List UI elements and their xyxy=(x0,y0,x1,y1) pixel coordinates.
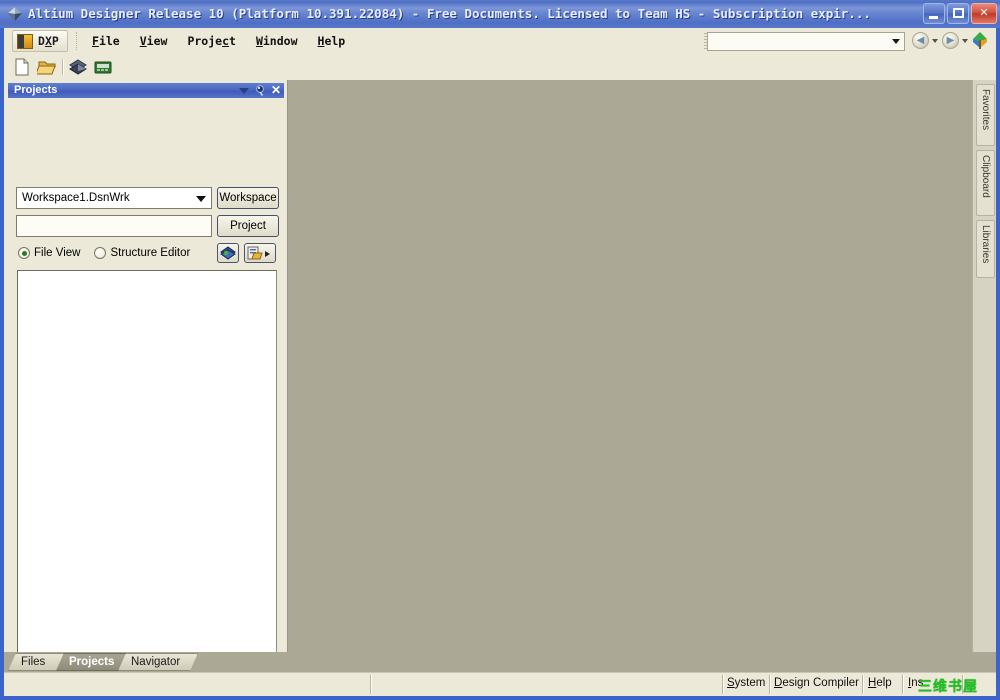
status-item-design-compiler[interactable]: Design Compiler xyxy=(774,677,859,689)
new-page-icon[interactable] xyxy=(12,57,32,77)
nav-back-dropdown[interactable] xyxy=(932,39,938,43)
sidebar-tab-clipboard-label: Clipboard xyxy=(980,155,991,198)
sidebar-tab-libraries-label: Libraries xyxy=(980,225,991,264)
close-icon: ✕ xyxy=(979,7,989,19)
arrow-right-icon: ▶ xyxy=(946,35,955,46)
panel-tab-strip: Files Projects Navigator xyxy=(4,652,996,672)
projects-panel-title-icons: ✕ xyxy=(238,83,281,98)
project-button[interactable]: Project xyxy=(217,215,279,237)
arrow-left-icon: ◀ xyxy=(916,35,925,46)
menu-item-help[interactable]: Help xyxy=(308,31,356,51)
status-divider xyxy=(722,675,724,694)
window-controls: ✕ xyxy=(923,3,997,25)
toolbar-divider xyxy=(62,59,64,75)
status-divider xyxy=(862,675,864,694)
dxp-menu-label: DXP xyxy=(38,34,59,48)
status-divider xyxy=(769,675,771,694)
projects-panel-titlebar: Projects ✕ xyxy=(8,83,284,98)
view-mode-radio-group: File View Structure Editor xyxy=(18,245,204,261)
nav-forward-dropdown[interactable] xyxy=(962,39,968,43)
altium-diamond-icon xyxy=(8,7,22,21)
menu-item-project[interactable]: Project xyxy=(177,31,246,51)
status-item-system[interactable]: System xyxy=(727,677,765,689)
tab-files[interactable]: Files xyxy=(8,653,64,671)
radio-structure-editor-label: Structure Editor xyxy=(110,247,191,259)
window-titlebar: Altium Designer Release 10 (Platform 10.… xyxy=(0,0,1000,28)
minimize-button[interactable] xyxy=(923,3,945,24)
status-divider xyxy=(370,675,372,694)
status-bar: System Design Compiler Help Ins xyxy=(4,672,996,696)
board-view-button[interactable] xyxy=(217,243,239,263)
maximize-button[interactable] xyxy=(947,3,969,24)
sidebar-tab-favorites-label: Favorites xyxy=(980,89,991,131)
chevron-down-icon[interactable] xyxy=(238,87,249,94)
projects-panel-title: Projects xyxy=(14,84,58,96)
main-toolbar xyxy=(4,54,996,80)
altium-vault-icon[interactable] xyxy=(970,30,990,50)
open-folder-icon[interactable] xyxy=(37,57,57,77)
close-button[interactable]: ✕ xyxy=(971,3,997,24)
chevron-down-icon xyxy=(196,196,206,202)
menu-separator xyxy=(76,32,77,50)
window-bottom-border xyxy=(0,696,1000,700)
layer-disc-icon xyxy=(220,246,236,260)
workspace-combo-value: Workspace1.DsnWrk xyxy=(22,192,130,204)
radio-file-view-label: File View xyxy=(34,247,81,259)
window-title: Altium Designer Release 10 (Platform 10.… xyxy=(28,6,871,21)
layer-stack-icon[interactable] xyxy=(68,57,88,77)
pin-icon[interactable] xyxy=(255,85,265,96)
green-chip-icon[interactable] xyxy=(93,57,113,77)
menu-item-view[interactable]: View xyxy=(130,31,178,51)
status-divider xyxy=(902,675,904,694)
search-combo[interactable] xyxy=(707,32,905,51)
menu-item-window[interactable]: Window xyxy=(246,31,308,51)
document-options-button[interactable] xyxy=(244,243,276,263)
radio-file-view[interactable] xyxy=(18,247,30,259)
status-item-help[interactable]: Help xyxy=(868,677,892,689)
dxp-menu-button[interactable]: DXP xyxy=(12,30,68,52)
workspace-button[interactable]: Workspace xyxy=(217,187,279,209)
menu-items: File View Project Window Help xyxy=(82,28,355,54)
right-panel-rail: Favorites Clipboard Libraries xyxy=(972,80,996,672)
project-field[interactable] xyxy=(16,215,212,237)
menu-bar: DXP File View Project Window Help ◀ ▶ xyxy=(4,28,996,55)
document-gold-icon xyxy=(247,246,270,260)
projects-panel: Projects ✕ Workspace1.DsnWrk Workspace P… xyxy=(4,80,288,700)
dxp-door-icon xyxy=(17,33,33,49)
radio-structure-editor[interactable] xyxy=(94,247,107,259)
nav-back-button[interactable]: ◀ xyxy=(912,32,929,49)
sidebar-tab-libraries[interactable]: Libraries xyxy=(976,220,995,278)
sidebar-tab-clipboard[interactable]: Clipboard xyxy=(976,150,995,216)
chevron-down-icon xyxy=(892,39,900,44)
close-icon[interactable]: ✕ xyxy=(271,84,281,96)
project-tree-view[interactable] xyxy=(17,270,277,700)
nav-forward-button[interactable]: ▶ xyxy=(942,32,959,49)
site-watermark: 三维书屋 xyxy=(918,679,978,695)
altium-designer-window: Altium Designer Release 10 (Platform 10.… xyxy=(0,0,1000,700)
menu-item-file[interactable]: File xyxy=(82,31,130,51)
tab-projects[interactable]: Projects xyxy=(56,653,128,671)
sidebar-tab-favorites[interactable]: Favorites xyxy=(976,84,995,146)
workspace-combo[interactable]: Workspace1.DsnWrk xyxy=(16,187,212,209)
tab-navigator[interactable]: Navigator xyxy=(118,653,198,671)
